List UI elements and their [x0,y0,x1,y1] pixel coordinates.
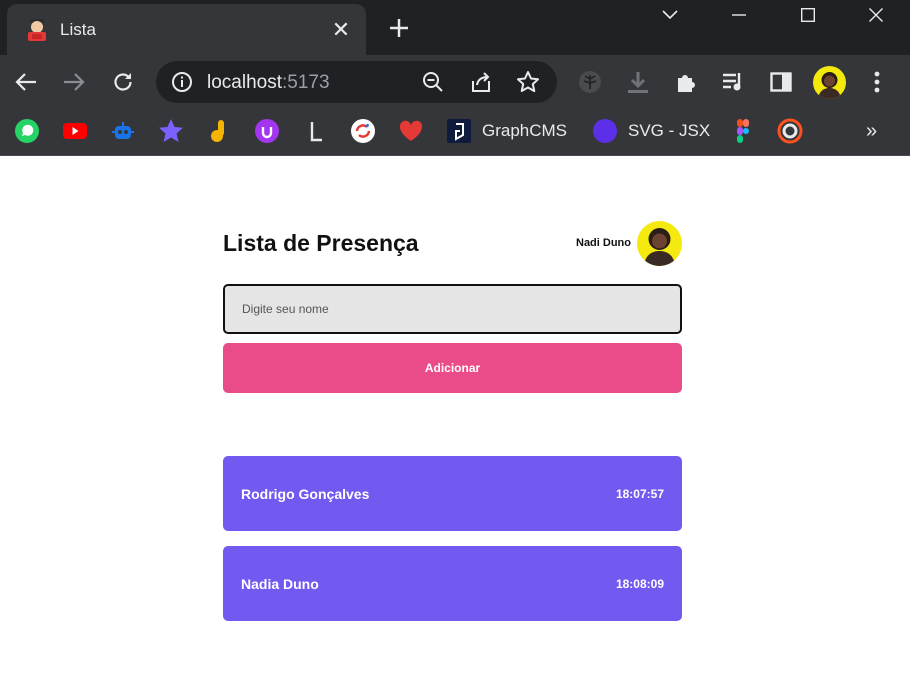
bookmark-robot[interactable] [110,118,136,144]
user-profile: Nadi Duno [576,220,682,266]
bookmark-sync[interactable] [350,118,376,144]
bookmarks-bar: GraphCMS SVG - JSX » [0,108,910,156]
media-queue-icon[interactable] [717,66,749,98]
chromatic-icon [777,118,803,144]
bookmark-udemy[interactable] [254,118,280,144]
bookmark-graphcms[interactable]: GraphCMS [446,118,567,144]
back-arrow-icon[interactable] [10,66,42,98]
bookmark-typography[interactable] [302,118,328,144]
svg-jsx-icon [593,119,617,143]
ajax-icon [211,120,224,142]
maximize-icon[interactable] [778,0,838,30]
address-bar[interactable]: localhost:5173 [156,61,557,103]
person-portrait-icon [644,227,675,266]
reload-icon[interactable] [107,66,139,98]
more-menu-icon[interactable] [861,66,893,98]
graphcms-icon [447,119,471,143]
browser-toolbar: localhost:5173 [0,55,910,108]
page-title: Lista de Presença [223,230,419,256]
url-text[interactable]: localhost:5173 [207,72,330,94]
bookmark-graphcms-label: GraphCMS [482,121,568,140]
bookmark-svg-jsx-label: SVG - JSX [628,121,711,140]
attendance-list: Rodrigo Gonçalves 18:07:57 Nadia Duno 18… [223,456,682,636]
extension-palm-icon[interactable] [574,66,606,98]
youtube-icon [63,123,87,139]
robot-icon [112,122,134,139]
bookmark-youtube[interactable] [62,118,88,144]
bookmarks-overflow-icon[interactable]: » [866,120,877,143]
purple-star-icon [159,119,183,142]
bookmark-whatsapp[interactable] [14,118,40,144]
close-window-icon[interactable] [846,0,906,30]
tab-close-icon[interactable]: ✕ [329,18,353,42]
zoom-out-icon[interactable] [420,69,446,95]
url-port: :5173 [282,72,330,93]
bookmark-star-icon[interactable] [515,69,541,95]
bookmark-star[interactable] [158,118,184,144]
student-card: Nadia Duno 18:08:09 [223,546,682,621]
letter-l-icon [310,122,322,142]
forward-arrow-icon[interactable] [58,66,90,98]
minimize-icon[interactable] [709,0,769,30]
url-host: localhost [207,72,282,93]
udemy-icon [255,119,279,143]
app-header: Lista de Presença Nadi Duno [223,220,682,266]
browser-tab[interactable]: Lista ✕ [7,4,366,55]
bookmark-figma[interactable] [730,118,756,144]
tab-strip: Lista ✕ [0,0,910,55]
site-info-icon[interactable] [170,70,194,94]
name-input[interactable] [223,284,682,334]
avatar [637,220,682,266]
student-favicon-icon [28,19,46,41]
student-name: Nadia Duno [241,576,319,592]
bookmark-ajax[interactable] [206,118,232,144]
bookmark-svg-jsx[interactable]: SVG - JSX [592,118,710,144]
sync-icon [351,119,375,143]
whatsapp-icon [15,119,39,143]
share-icon[interactable] [468,69,494,95]
add-button[interactable]: Adicionar [223,343,682,393]
student-time: 18:07:57 [615,487,664,501]
tab-title: Lista [60,20,96,39]
tab-search-chevron-icon[interactable] [640,0,700,30]
user-name: Nadi Duno [576,237,631,249]
student-name: Rodrigo Gonçalves [241,486,370,502]
download-icon[interactable] [622,66,654,98]
profile-avatar[interactable] [813,66,846,99]
heart-icon [399,120,423,141]
person-portrait-icon [818,72,841,99]
side-panel-icon[interactable] [765,66,797,98]
student-card: Rodrigo Gonçalves 18:07:57 [223,456,682,531]
new-tab-plus-icon[interactable] [385,14,413,42]
bookmark-heart[interactable] [398,118,424,144]
bookmark-chromatic[interactable] [777,118,803,144]
student-time: 18:08:09 [615,577,664,591]
figma-icon [737,119,749,143]
extensions-puzzle-icon[interactable] [670,66,702,98]
